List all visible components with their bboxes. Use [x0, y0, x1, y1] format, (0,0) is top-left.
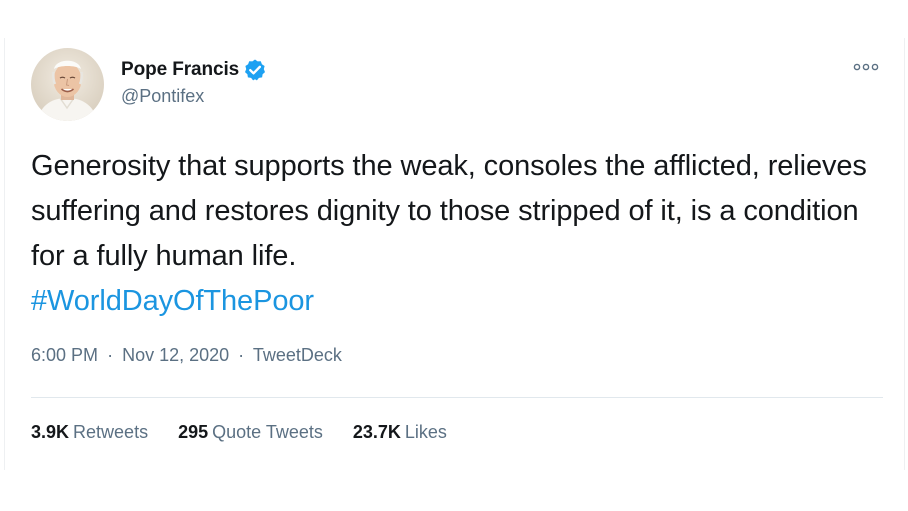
tweet-source[interactable]: TweetDeck [253, 345, 342, 365]
quote-tweets-stat[interactable]: 295 Quote Tweets [178, 422, 323, 443]
tweet-meta: 6:00 PM · Nov 12, 2020 · TweetDeck [31, 345, 342, 366]
tweet-stats: 3.9K Retweets 295 Quote Tweets 23.7K Likes [31, 422, 477, 443]
retweets-stat[interactable]: 3.9K Retweets [31, 422, 148, 443]
hashtag-link[interactable]: #WorldDayOfThePoor [31, 279, 891, 324]
author-handle[interactable]: @Pontifex [121, 86, 267, 107]
avatar[interactable] [31, 48, 104, 121]
quote-tweets-label: Quote Tweets [212, 422, 323, 442]
retweets-label: Retweets [73, 422, 149, 442]
tweet-body: Generosity that supports the weak, conso… [31, 150, 867, 272]
verified-badge-icon [243, 58, 267, 82]
tweet-author: Pope Francis @Pontifex [121, 57, 267, 107]
meta-separator: · [238, 345, 245, 365]
quote-tweets-count: 295 [178, 422, 209, 442]
tweet-date[interactable]: Nov 12, 2020 [122, 345, 229, 365]
retweets-count: 3.9K [31, 422, 70, 442]
more-options-icon[interactable] [852, 59, 880, 75]
likes-count: 23.7K [352, 422, 401, 442]
tweet-time[interactable]: 6:00 PM [31, 345, 98, 365]
meta-separator: · [107, 345, 114, 365]
pope-portrait-avatar-icon [31, 48, 104, 121]
author-display-name[interactable]: Pope Francis [121, 59, 239, 81]
divider [31, 397, 883, 398]
likes-label: Likes [404, 422, 447, 442]
name-row: Pope Francis [121, 57, 267, 83]
tweet-text: Generosity that supports the weak, conso… [31, 144, 891, 324]
tweet-card: Pope Francis @Pontifex Generosity that s… [4, 38, 905, 470]
likes-stat[interactable]: 23.7K Likes [353, 422, 447, 443]
